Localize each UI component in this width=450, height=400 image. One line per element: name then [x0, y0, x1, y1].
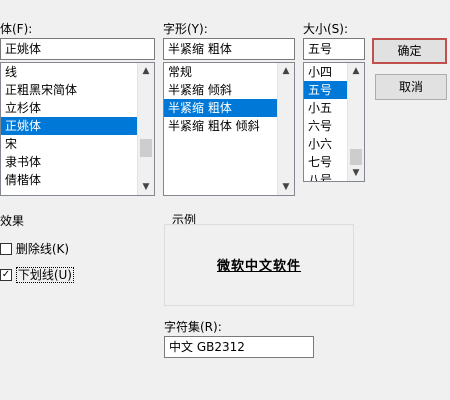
sample-text: 微软中文软件	[216, 259, 301, 274]
effects-label: 效果	[0, 214, 25, 228]
font-list-scrollbar[interactable]: ▲ ▼	[137, 63, 154, 195]
charset-label: 字符集(R):	[164, 320, 222, 334]
ok-button[interactable]: 确定	[372, 38, 447, 64]
font-listbox[interactable]: 线正粗黑宋简体 立杉体 正姚体宋隶书体 倩楷体 ▲ ▼	[0, 62, 155, 196]
style-list-item[interactable]: 半紧缩 倾斜	[164, 81, 294, 99]
underline-label: 下划线(U)	[15, 267, 74, 283]
style-listbox[interactable]: 常规 半紧缩 倾斜 半紧缩 粗体 半紧缩 粗体 倾斜 ▲ ▼	[163, 62, 295, 196]
scroll-thumb[interactable]	[140, 139, 152, 157]
size-list-scrollbar[interactable]: ▲ ▼	[347, 63, 364, 181]
font-list-item[interactable]: 隶书体	[1, 153, 154, 171]
style-list-item[interactable]: 半紧缩 粗体 倾斜	[164, 117, 294, 135]
underline-checkbox[interactable]: ✓	[0, 268, 12, 281]
size-label: 大小(S):	[303, 22, 349, 36]
style-list-scrollbar[interactable]: ▲ ▼	[277, 63, 294, 195]
scroll-down-arrow-icon[interactable]: ▼	[348, 165, 364, 181]
font-list-item[interactable]: 宋	[1, 135, 154, 153]
sample-group: 微软中文软件	[164, 224, 354, 306]
style-list-item[interactable]: 半紧缩 粗体	[164, 99, 294, 117]
style-input[interactable]: 半紧缩 粗体	[163, 38, 295, 60]
style-list-item[interactable]: 常规	[164, 63, 294, 81]
check-icon: ✓	[1, 268, 11, 280]
font-list-item[interactable]: 线	[1, 63, 154, 81]
font-list-item[interactable]: 倩楷体	[1, 171, 154, 189]
cancel-button[interactable]: 取消	[375, 74, 447, 100]
scroll-up-arrow-icon[interactable]: ▲	[348, 63, 364, 79]
strikeout-option[interactable]: 删除线(K)	[0, 240, 69, 257]
charset-select[interactable]: 中文 GB2312	[164, 336, 314, 358]
size-listbox[interactable]: 小四 五号 小五 六号 小六 七号 八号 ▲ ▼	[303, 62, 365, 182]
underline-option[interactable]: ✓ 下划线(U)	[0, 266, 74, 283]
strikeout-checkbox[interactable]	[0, 242, 12, 255]
scroll-down-arrow-icon[interactable]: ▼	[278, 179, 294, 195]
font-label: 体(F):	[0, 22, 33, 36]
font-list-item[interactable]: 立杉体	[1, 99, 154, 117]
size-input[interactable]: 五号	[303, 38, 365, 60]
font-list-item[interactable]: 正姚体	[1, 117, 154, 135]
font-list-item[interactable]: 正粗黑宋简体	[1, 81, 154, 99]
scroll-up-arrow-icon[interactable]: ▲	[138, 63, 154, 79]
style-label: 字形(Y):	[163, 22, 208, 36]
strikeout-label: 删除线(K)	[15, 242, 70, 256]
font-name-input[interactable]: 正姚体	[0, 38, 155, 60]
scroll-thumb[interactable]	[350, 149, 362, 165]
scroll-down-arrow-icon[interactable]: ▼	[138, 179, 154, 195]
scroll-up-arrow-icon[interactable]: ▲	[278, 63, 294, 79]
